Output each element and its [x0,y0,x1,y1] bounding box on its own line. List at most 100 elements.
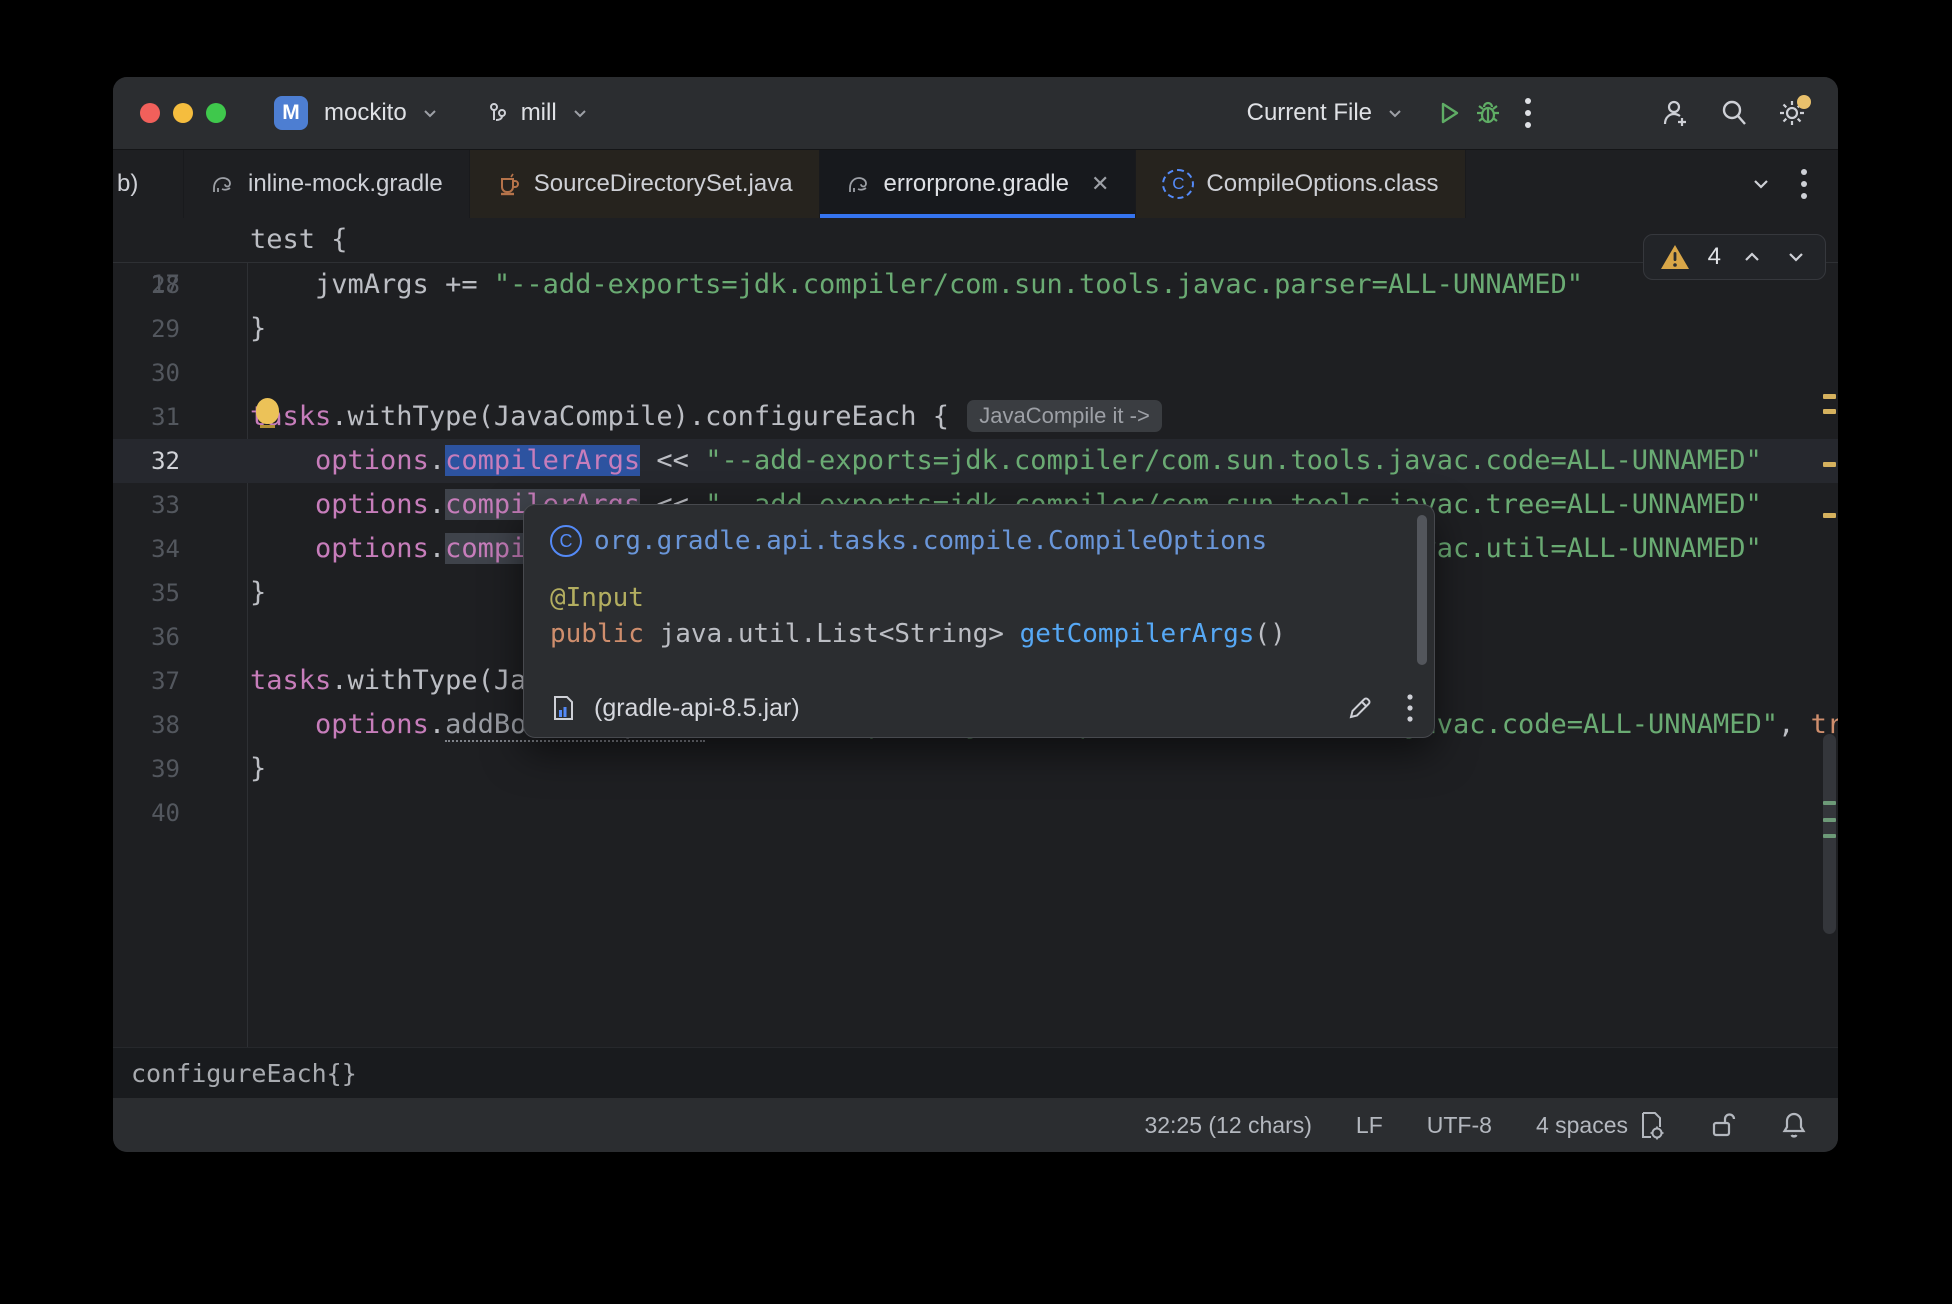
yellow-stripe-mark[interactable] [1823,513,1836,518]
code-text: } [250,307,266,351]
inlay-hint[interactable]: JavaCompile it -> [967,400,1162,432]
line-separator[interactable]: LF [1356,1112,1383,1139]
tab-sourcedirectoryset-java[interactable]: SourceDirectorySet.java [470,150,820,218]
line-number: 34 [113,527,180,571]
signature-parens: () [1254,619,1285,649]
library-jar-icon [550,693,580,723]
indent-setting[interactable]: 4 spaces [1536,1110,1666,1140]
green-stripe-mark[interactable] [1823,801,1836,805]
next-problem-chevron-down-icon[interactable] [1783,244,1809,270]
indent-label: 4 spaces [1536,1112,1628,1139]
error-stripe[interactable] [1820,218,1838,1047]
run-button[interactable] [1428,93,1468,133]
chevron-down-icon[interactable] [1748,171,1774,197]
kebab-menu-icon [1524,96,1532,130]
tab-label: SourceDirectorySet.java [534,170,793,198]
bell-icon [1780,1110,1808,1140]
prev-problem-chevron-up-icon[interactable] [1739,244,1765,270]
branch-icon [485,100,511,126]
sticky-line[interactable]: 17 test { [113,218,1838,263]
signature-method: getCompilerArgs [1020,619,1255,649]
vcs-branch-selector[interactable]: mill [485,99,591,127]
play-icon [1433,98,1463,128]
line-number: 17 [113,262,180,306]
unlocked-padlock-icon [1710,1110,1736,1140]
line-number: 35 [113,571,180,615]
close-tab-icon[interactable]: ✕ [1091,171,1109,197]
code-text: } [250,747,266,791]
gradle-icon [846,171,872,197]
search-icon [1718,97,1750,129]
doc-more-options-button[interactable] [1406,693,1414,723]
editor-tab-bar: b) inline-mock.gradle SourceDirectorySet… [113,149,1838,218]
yellow-stripe-mark[interactable] [1823,409,1836,414]
tab-label: errorprone.gradle [884,170,1069,198]
readonly-toggle[interactable] [1710,1110,1736,1140]
project-selector[interactable]: mockito [324,99,441,127]
project-name: mockito [324,99,407,127]
run-configuration-selector[interactable]: Current File [1247,99,1406,127]
doc-signature: public java.util.List<String> getCompile… [550,619,1408,649]
minimize-window-button[interactable] [173,103,193,123]
ide-window: M mockito mill Current File [113,77,1838,1152]
code-line[interactable]: 32 options.compilerArgs << "--add-export… [113,439,1838,483]
breadcrumb[interactable]: configureEach{} [131,1059,357,1088]
code-style-file-icon [1638,1110,1666,1140]
add-user-icon [1660,97,1692,129]
status-bar: 32:25 (12 chars) LF UTF-8 4 spaces [113,1098,1838,1152]
file-encoding[interactable]: UTF-8 [1427,1112,1492,1139]
close-window-button[interactable] [140,103,160,123]
popup-scrollbar[interactable] [1417,515,1427,665]
code-line[interactable]: 39} [113,747,1838,791]
kebab-menu-icon[interactable] [1800,168,1808,200]
code-line[interactable]: 31tasks.withType(JavaCompile).configureE… [113,395,1838,439]
settings-button[interactable] [1772,93,1812,133]
chevron-down-icon [569,102,591,124]
tab-label: b) [117,170,138,198]
doc-annotation: @Input [550,583,1408,613]
doc-source-jar: (gradle-api-8.5.jar) [594,694,800,723]
green-stripe-mark[interactable] [1823,834,1836,838]
signature-keyword: public [550,619,660,649]
tab-inline-mock-gradle[interactable]: inline-mock.gradle [184,150,470,218]
search-everywhere-button[interactable] [1714,93,1754,133]
warning-count: 4 [1708,243,1721,271]
green-stripe-mark[interactable] [1823,818,1836,822]
edit-source-button[interactable] [1346,694,1374,722]
caret-position[interactable]: 32:25 (12 chars) [1144,1112,1311,1139]
tab-errorprone-gradle[interactable]: errorprone.gradle ✕ [820,150,1137,218]
intention-bulb-icon[interactable] [256,398,279,424]
line-number: 40 [113,791,180,835]
code-line[interactable]: 28 jvmArgs += "--add-exports=jdk.compile… [113,263,1838,307]
notifications-button[interactable] [1780,1110,1808,1140]
line-number: 38 [113,703,180,747]
more-actions-button[interactable] [1508,93,1548,133]
signature-type: java.util.List<String> [660,619,1020,649]
documentation-popup: C org.gradle.api.tasks.compile.CompileOp… [523,504,1435,738]
inspections-widget[interactable]: 4 [1643,234,1826,280]
title-bar: M mockito mill Current File [113,77,1838,149]
code-editor[interactable]: 17 test { 28 jvmArgs += "--add-exports=j… [113,218,1838,1047]
yellow-stripe-mark[interactable] [1823,394,1836,399]
tab-truncated[interactable]: b) [113,150,184,218]
line-number: 39 [113,747,180,791]
code-with-me-button[interactable] [1656,93,1696,133]
code-line[interactable]: 40 [113,791,1838,835]
branch-name: mill [521,99,557,127]
yellow-stripe-mark[interactable] [1823,462,1836,467]
tab-compileoptions-class[interactable]: C CompileOptions.class [1136,150,1465,218]
zoom-window-button[interactable] [206,103,226,123]
code-line[interactable]: 30 [113,351,1838,395]
line-number: 37 [113,659,180,703]
code-text: test { [250,224,348,255]
doc-class-reference[interactable]: org.gradle.api.tasks.compile.CompileOpti… [594,526,1267,556]
titlebar-actions: Current File [1247,93,1812,133]
code-line[interactable]: 29} [113,307,1838,351]
gradle-icon [210,171,236,197]
project-icon: M [274,96,308,130]
code-text: } [250,571,266,615]
line-number: 32 [113,439,180,483]
tab-label: inline-mock.gradle [248,170,443,198]
debug-button[interactable] [1468,93,1508,133]
chevron-down-icon [1384,102,1406,124]
